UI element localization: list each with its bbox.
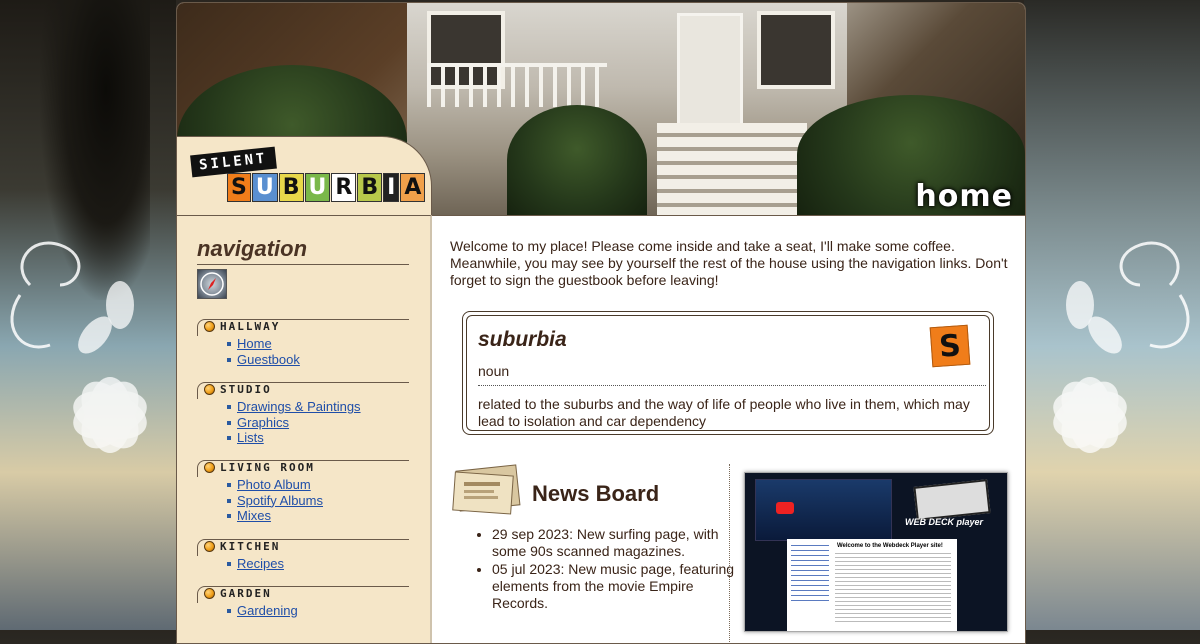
definition-word: suburbia (478, 328, 567, 351)
porch-door (677, 13, 743, 129)
dotted-divider (478, 385, 986, 386)
news-item: 29 sep 2023: New surfing page, with some… (492, 526, 742, 560)
news-item: 05 jul 2023: New music page, featuring e… (492, 561, 742, 612)
logo-letter: B (357, 173, 383, 202)
nav-link-mixes[interactable]: Mixes (237, 508, 271, 523)
page-title: home (915, 179, 1013, 214)
screenshot-sidebar (791, 545, 829, 605)
webdeck-player-screenshot[interactable]: WEB DECK player Welcome to the Webdeck P… (744, 472, 1008, 632)
nav-link-recipes[interactable]: Recipes (237, 556, 284, 571)
definition-box: suburbia noun related to the suburbs and… (462, 311, 994, 435)
bush (507, 105, 647, 215)
news-board-title: News Board (532, 481, 660, 506)
section-label: HALLWAY (220, 320, 281, 333)
screenshot-text-lines (835, 553, 951, 623)
nav-link-drawings-paintings[interactable]: Drawings & Paintings (237, 399, 361, 414)
nav-link-lists[interactable]: Lists (237, 430, 264, 445)
definition-text: related to the suburbs and the way of li… (478, 396, 970, 429)
cassette-icon (913, 479, 991, 521)
logo-suburbia: S U B U R B I A (227, 173, 426, 202)
nav-section-hallway: HALLWAY Home Guestbook (197, 319, 409, 367)
logo-letter: A (400, 173, 426, 202)
logo-letter: S (227, 173, 251, 202)
definition-part-of-speech: noun (478, 363, 510, 379)
nav-link-photo-album[interactable]: Photo Album (237, 477, 311, 492)
orange-dot-icon (204, 588, 215, 599)
compass-icon[interactable] (197, 269, 227, 299)
sidebar: navigation HALLWAY Home Guestbook STUDIO… (177, 215, 432, 643)
player-window (755, 479, 892, 541)
webdeck-brand: WEB DECK player (905, 517, 984, 527)
site-container: home SILENT S U B U R B I A navigation H… (176, 2, 1026, 644)
orange-dot-icon (204, 541, 215, 552)
section-label: GARDEN (220, 587, 272, 600)
flower-decoration-right (1053, 241, 1190, 453)
navigation-title: navigation (197, 236, 409, 265)
nav-section-kitchen: KITCHEN Recipes (197, 539, 409, 572)
nav-link-guestbook[interactable]: Guestbook (237, 352, 300, 367)
flower-decoration-left (10, 241, 147, 453)
nav-link-home[interactable]: Home (237, 336, 272, 351)
main-content: Welcome to my place! Please come inside … (432, 215, 1025, 643)
logo-tab[interactable]: SILENT S U B U R B I A (177, 136, 432, 217)
logo-letter: U (304, 173, 331, 202)
orange-dot-icon (204, 384, 215, 395)
nav-link-graphics[interactable]: Graphics (237, 415, 289, 430)
porch-steps (657, 123, 807, 215)
orange-dot-icon (204, 462, 215, 473)
logo-letter: B (278, 173, 304, 202)
porch-railing (427, 63, 607, 107)
s-logo-icon: S (929, 324, 971, 368)
column-divider (729, 464, 730, 643)
nav-link-spotify-albums[interactable]: Spotify Albums (237, 493, 323, 508)
logo-letter: R (331, 173, 357, 202)
orange-dot-icon (204, 321, 215, 332)
screenshot-heading: Welcome to the Webdeck Player site! (837, 543, 943, 549)
nav-link-gardening[interactable]: Gardening (237, 603, 298, 618)
nav-section-living-room: LIVING ROOM Photo Album Spotify Albums M… (197, 460, 409, 524)
nav-section-studio: STUDIO Drawings & Paintings Graphics Lis… (197, 382, 409, 446)
newspaper-stack-icon (452, 464, 521, 515)
logo-letter: I (383, 173, 400, 202)
play-icon (776, 502, 794, 514)
welcome-text: Welcome to my place! Please come inside … (450, 238, 1008, 288)
section-label: STUDIO (220, 383, 272, 396)
nav-section-garden: GARDEN Gardening (197, 586, 409, 619)
section-label: LIVING ROOM (220, 461, 315, 474)
porch-window (757, 11, 835, 89)
screenshot-page-panel: Welcome to the Webdeck Player site! (787, 539, 957, 631)
section-label: KITCHEN (220, 540, 281, 553)
logo-letter: U (251, 173, 278, 202)
